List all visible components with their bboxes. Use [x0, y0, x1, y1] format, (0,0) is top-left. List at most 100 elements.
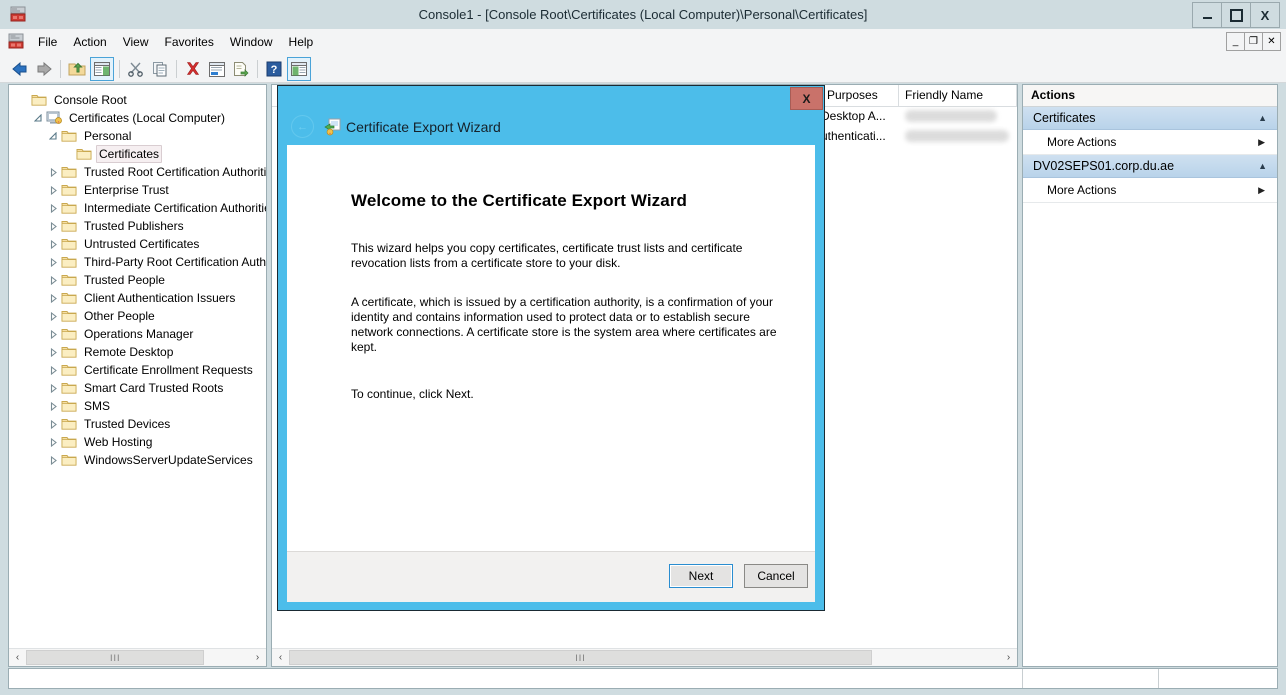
tree-expand-glyph-collapsed[interactable]	[45, 307, 61, 325]
tree-node-trusted-root-certification-authorities[interactable]: Trusted Root Certification Authorities	[9, 163, 266, 181]
tree-node-enterprise-trust[interactable]: Enterprise Trust	[9, 181, 266, 199]
certificate-export-icon	[324, 118, 342, 136]
wizard-next-button[interactable]: Next	[669, 564, 733, 588]
wizard-back-button[interactable]: ←	[291, 115, 314, 138]
tree-expand-glyph-collapsed[interactable]	[45, 361, 61, 379]
show-action-pane-button[interactable]	[287, 57, 311, 81]
tree-expand-glyph-collapsed[interactable]	[45, 217, 61, 235]
tree-expand-glyph-expanded[interactable]	[45, 127, 61, 145]
actions-group-server[interactable]: DV02SEPS01.corp.du.ae ▲	[1023, 155, 1277, 178]
tree-scroll-track[interactable]: III	[26, 649, 249, 666]
tree-expand-glyph-collapsed[interactable]	[45, 181, 61, 199]
listview-scroll-left-arrow[interactable]: ‹	[272, 649, 289, 666]
tree-node-trusted-people[interactable]: Trusted People	[9, 271, 266, 289]
tree-node-remote-desktop[interactable]: Remote Desktop	[9, 343, 266, 361]
tree-expand-glyph-collapsed[interactable]	[45, 379, 61, 397]
tree-horizontal-scrollbar[interactable]: ‹ III ›	[9, 648, 266, 666]
back-button[interactable]	[9, 58, 31, 80]
tree-expand-glyph-collapsed[interactable]	[45, 433, 61, 451]
window-maximize-button[interactable]	[1221, 2, 1251, 28]
mdi-close-button[interactable]: ✕	[1262, 32, 1281, 51]
tree-node-untrusted-certificates[interactable]: Untrusted Certificates	[9, 235, 266, 253]
tree-expand-glyph-collapsed[interactable]	[45, 289, 61, 307]
tree-node-console-root[interactable]: Console Root	[9, 91, 266, 109]
menu-action[interactable]: Action	[65, 32, 114, 52]
actions-group-certificates[interactable]: Certificates ▲	[1023, 107, 1277, 130]
action-more-actions-server[interactable]: More Actions ▶	[1023, 178, 1277, 203]
tree-node-third-party-root-certification-authorities[interactable]: Third-Party Root Certification Authoriti…	[9, 253, 266, 271]
menu-window[interactable]: Window	[222, 32, 281, 52]
tree-expand-glyph-collapsed[interactable]	[45, 271, 61, 289]
tree-node-windowsserverupdateservices[interactable]: WindowsServerUpdateServices	[9, 451, 266, 469]
tree-expand-glyph-collapsed[interactable]	[45, 451, 61, 469]
tree-expand-glyph-collapsed[interactable]	[45, 235, 61, 253]
properties-button[interactable]	[206, 58, 228, 80]
chevron-up-icon[interactable]: ▲	[1258, 155, 1267, 177]
tree-expand-glyph-collapsed[interactable]	[45, 415, 61, 433]
up-folder-button[interactable]	[66, 58, 88, 80]
actions-group-certificates-label: Certificates	[1033, 111, 1096, 125]
cut-button[interactable]	[125, 58, 147, 80]
menu-file[interactable]: File	[30, 32, 65, 52]
listview-scroll-thumb[interactable]: III	[289, 650, 873, 665]
tree-scroll-left-arrow[interactable]: ‹	[9, 649, 26, 666]
folder-icon	[61, 434, 77, 450]
console-tree[interactable]: Console Root Certificates (Local Computer…	[9, 85, 266, 647]
folder-icon	[76, 146, 92, 162]
show-hide-console-tree-button[interactable]	[90, 57, 114, 81]
tree-scroll-thumb[interactable]: III	[26, 650, 205, 665]
work-area: Console Root Certificates (Local Computer…	[8, 84, 1278, 667]
redacted-value	[905, 110, 997, 122]
menu-help[interactable]: Help	[281, 32, 322, 52]
chevron-up-icon[interactable]: ▲	[1258, 107, 1267, 129]
tree-node-client-authentication-issuers[interactable]: Client Authentication Issuers	[9, 289, 266, 307]
tree-node-certificates-local-computer[interactable]: Certificates (Local Computer)	[9, 109, 266, 127]
wizard-cancel-button[interactable]: Cancel	[744, 564, 808, 588]
cert-snapin-icon	[46, 110, 62, 126]
action-label: More Actions	[1047, 183, 1117, 197]
listview-horizontal-scrollbar[interactable]: ‹ III ›	[272, 648, 1017, 666]
menu-favorites[interactable]: Favorites	[157, 32, 222, 52]
tree-expand-glyph-expanded[interactable]	[30, 109, 46, 127]
tree-scroll-right-arrow[interactable]: ›	[249, 649, 266, 666]
action-more-actions-certificates[interactable]: More Actions ▶	[1023, 130, 1277, 155]
tree-node-web-hosting[interactable]: Web Hosting	[9, 433, 266, 451]
window-minimize-button[interactable]	[1192, 2, 1222, 28]
folder-icon	[61, 218, 77, 234]
tree-node-operations-manager[interactable]: Operations Manager	[9, 325, 266, 343]
toolbar-separator	[119, 60, 120, 78]
tree-node-certificates[interactable]: Certificates	[9, 145, 266, 163]
tree-expand-glyph-collapsed[interactable]	[45, 325, 61, 343]
delete-button[interactable]	[182, 58, 204, 80]
forward-button[interactable]	[33, 58, 55, 80]
tree-node-certificate-enrollment-requests[interactable]: Certificate Enrollment Requests	[9, 361, 266, 379]
tree-node-intermediate-certification-authorities[interactable]: Intermediate Certification Authorities	[9, 199, 266, 217]
tree-expand-glyph-collapsed[interactable]	[45, 397, 61, 415]
listview-column-header-a[interactable]: A	[1017, 85, 1018, 106]
listview-cell-friendly-name	[899, 126, 1017, 146]
tree-expand-glyph-collapsed[interactable]	[45, 343, 61, 361]
tree-expand-glyph-collapsed[interactable]	[45, 253, 61, 271]
mdi-restore-button[interactable]: ❐	[1244, 32, 1263, 51]
folder-icon	[61, 380, 77, 396]
mdi-minimize-button[interactable]: _	[1226, 32, 1245, 51]
copy-button[interactable]	[149, 58, 171, 80]
window-close-button[interactable]: X	[1250, 2, 1280, 28]
folder-icon	[61, 326, 77, 342]
tree-node-other-people[interactable]: Other People	[9, 307, 266, 325]
help-button[interactable]: ?	[263, 58, 285, 80]
export-list-button[interactable]	[230, 58, 252, 80]
tree-expand-glyph-collapsed[interactable]	[45, 163, 61, 181]
tree-node-personal[interactable]: Personal	[9, 127, 266, 145]
tree-expand-glyph-collapsed[interactable]	[45, 199, 61, 217]
listview-scroll-track[interactable]: III	[289, 649, 1000, 666]
tree-node-trusted-publishers[interactable]: Trusted Publishers	[9, 217, 266, 235]
listview-scroll-right-arrow[interactable]: ›	[1000, 649, 1017, 666]
listview-column-header-purposes[interactable]: Purposes	[821, 85, 899, 106]
wizard-close-button[interactable]: X	[790, 87, 823, 110]
tree-node-sms[interactable]: SMS	[9, 397, 266, 415]
menu-view[interactable]: View	[115, 32, 157, 52]
listview-column-header-friendly-name[interactable]: Friendly Name	[899, 85, 1017, 106]
tree-node-smart-card-trusted-roots[interactable]: Smart Card Trusted Roots	[9, 379, 266, 397]
tree-node-trusted-devices[interactable]: Trusted Devices	[9, 415, 266, 433]
